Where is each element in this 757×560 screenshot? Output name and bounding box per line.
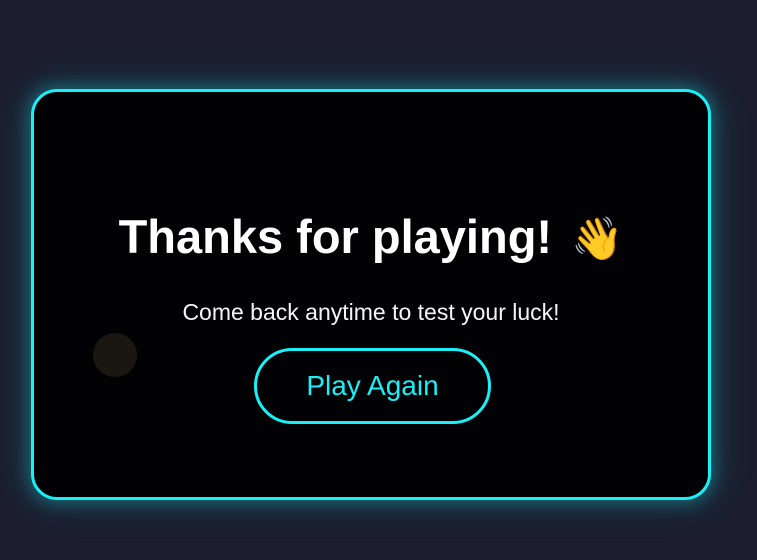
waving-hand-icon: 👋 [571,214,624,263]
play-again-button[interactable]: Play Again [254,348,491,424]
end-title: Thanks for playing! 👋 [34,209,708,267]
decorative-dot [93,333,137,377]
end-title-text: Thanks for playing! [118,210,553,263]
end-game-card: Thanks for playing! 👋 Come back anytime … [31,89,711,500]
end-subtitle: Come back anytime to test your luck! [182,299,560,325]
